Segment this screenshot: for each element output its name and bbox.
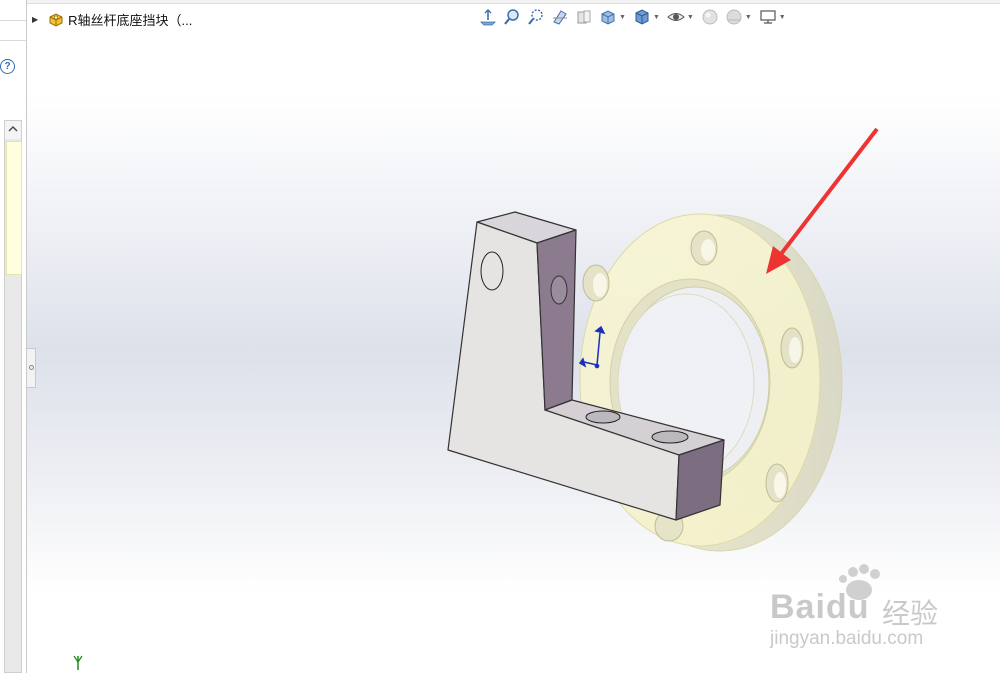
watermark-brand: Baidu [770,588,870,626]
red-arrow-annotation [766,127,879,274]
reference-triad-icon [73,655,83,670]
watermark-url: jingyan.baidu.com [770,628,924,649]
watermark-cn: 经验 [882,597,939,630]
